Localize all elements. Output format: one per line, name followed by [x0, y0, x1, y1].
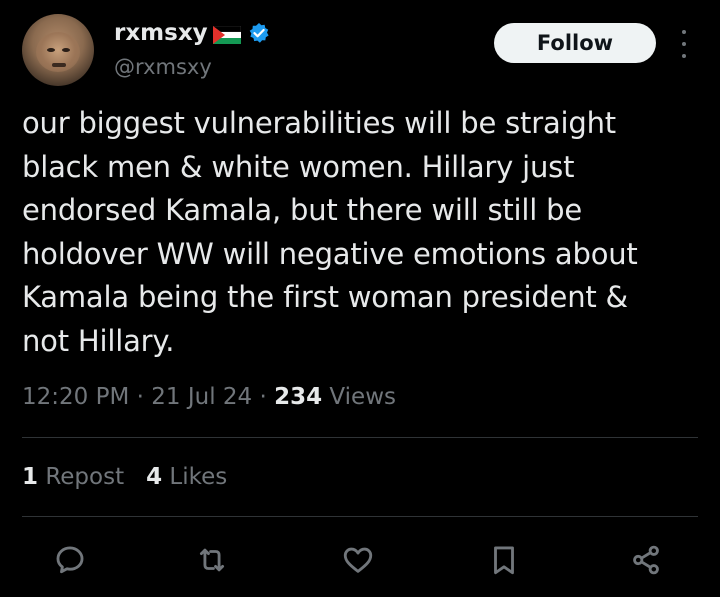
bookmark-icon	[494, 546, 514, 575]
more-dot	[682, 42, 686, 46]
meta-separator: ·	[129, 384, 152, 410]
views-count: 234	[274, 384, 323, 410]
verified-badge-icon[interactable]	[248, 22, 270, 44]
author-handle[interactable]: @rxmsxy	[114, 55, 212, 79]
engagement-stats: 1 Repost 4 Likes	[22, 464, 227, 490]
palestine-flag-icon	[212, 24, 241, 44]
heart-icon	[343, 547, 373, 573]
likes-count: 4	[146, 464, 163, 490]
tweet-text-line: black men & white women. Hillary just	[22, 149, 575, 184]
divider	[22, 437, 698, 438]
tweet-time[interactable]: 12:20 PM	[22, 384, 129, 410]
author-display-name-row[interactable]: rxmsxy	[114, 20, 270, 46]
action-bar	[0, 538, 720, 582]
divider	[22, 516, 698, 517]
avatar-eye-right	[62, 48, 70, 52]
bookmark-button[interactable]	[482, 538, 526, 582]
avatar[interactable]	[22, 14, 94, 86]
meta-separator: ·	[252, 384, 275, 410]
author-display-name[interactable]: rxmsxy	[114, 20, 208, 46]
reposts-stat[interactable]: 1 Repost	[22, 464, 124, 490]
avatar-eye-left	[47, 48, 55, 52]
tweet-text-line: endorsed Kamala, but there will still be	[22, 193, 582, 227]
tweet-text-line: our biggest vulnerabilities will be stra…	[22, 106, 616, 140]
repost-icon	[199, 548, 225, 572]
views-label: Views	[322, 384, 396, 410]
reposts-label: Repost	[38, 464, 125, 490]
tweet-text-line: not Hillary.	[22, 323, 175, 358]
follow-button[interactable]: Follow	[494, 23, 656, 63]
tweet-date[interactable]: 21 Jul 24	[151, 384, 252, 410]
more-vertical-icon[interactable]	[674, 30, 694, 58]
tweet-meta: 12:20 PM · 21 Jul 24 · 234 Views	[22, 384, 396, 410]
like-button[interactable]	[336, 538, 380, 582]
more-dot	[682, 54, 686, 58]
repost-button[interactable]	[190, 538, 234, 582]
tweet-text-line: Kamala being the first woman president &	[22, 280, 628, 314]
more-dot	[682, 30, 686, 34]
tweet-text-line: holdover WW will negative emotions about	[22, 236, 638, 271]
share-icon	[633, 545, 659, 575]
reposts-count: 1	[22, 464, 39, 490]
likes-label: Likes	[162, 464, 228, 490]
tweet-text: our biggest vulnerabilities will be stra…	[22, 102, 702, 363]
likes-stat[interactable]: 4 Likes	[146, 464, 227, 490]
reply-button[interactable]	[48, 538, 92, 582]
avatar-mouth	[52, 63, 66, 67]
reply-icon	[56, 546, 84, 574]
share-button[interactable]	[624, 538, 668, 582]
